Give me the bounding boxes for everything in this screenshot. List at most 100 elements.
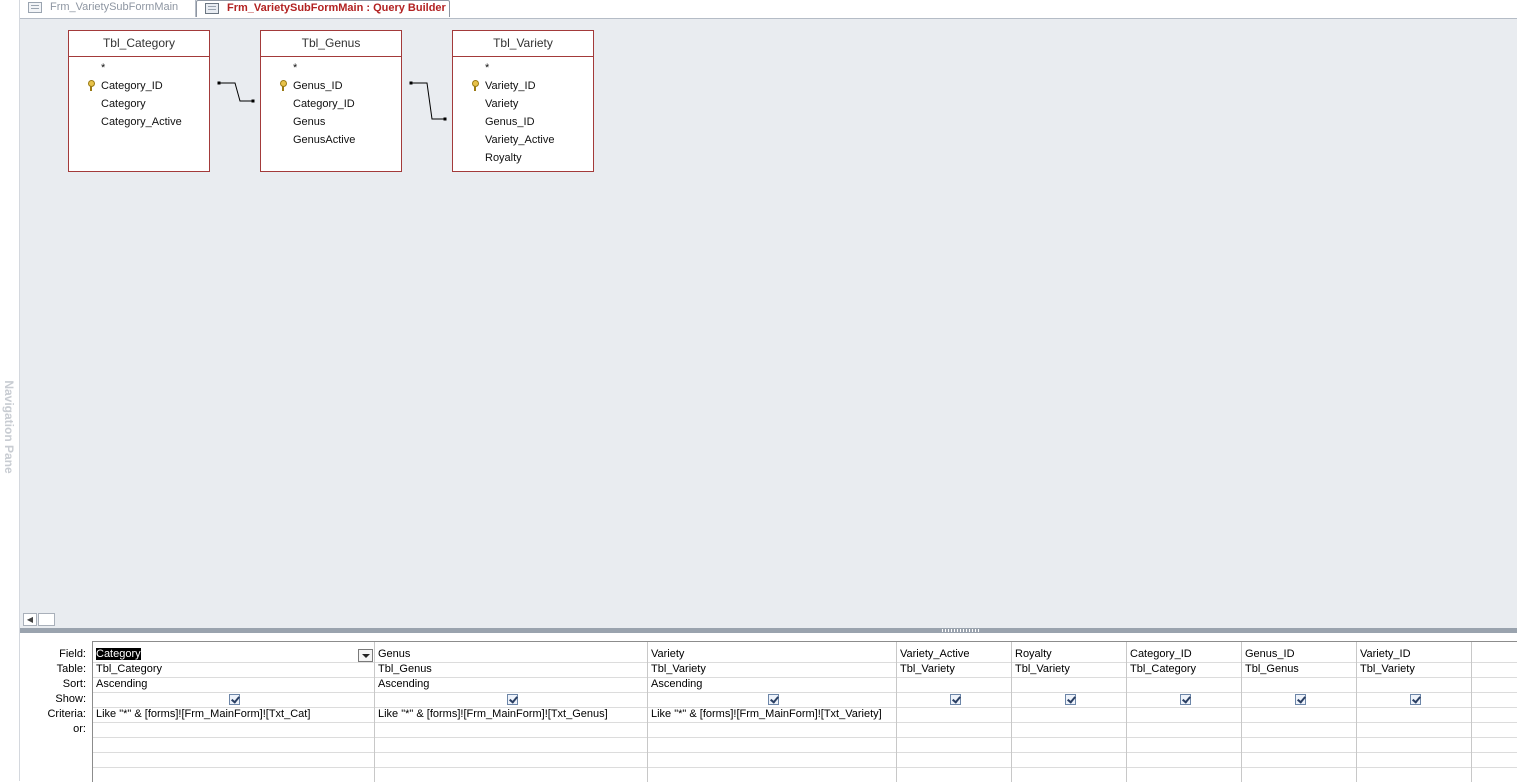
grid-cell-field[interactable]: Category_ID xyxy=(1127,647,1240,662)
grid-cell-field[interactable]: Variety xyxy=(648,647,895,662)
grid-cell-table[interactable]: Tbl_Variety xyxy=(1012,662,1125,677)
field-item[interactable]: Variety_ID xyxy=(453,77,593,95)
row-label-show: Show: xyxy=(55,693,86,705)
field-item[interactable]: Variety xyxy=(453,95,593,113)
grid-cell-sort[interactable] xyxy=(1012,677,1125,692)
scroll-left-icon[interactable]: ◀ xyxy=(23,613,37,626)
grid-cell-sort[interactable] xyxy=(1127,677,1240,692)
field-item[interactable]: Genus_ID xyxy=(453,113,593,131)
cell-text: Like "*" & [forms]![Frm_MainForm]![Txt_G… xyxy=(378,708,608,720)
cell-text: Like "*" & [forms]![Frm_MainForm]![Txt_V… xyxy=(651,708,882,720)
grid-cell-criteria[interactable] xyxy=(1242,707,1355,722)
cell-text: Like "*" & [forms]![Frm_MainForm]![Txt_C… xyxy=(96,708,311,720)
row-label-criteria: Criteria: xyxy=(47,708,86,720)
tab-label: Frm_VarietySubFormMain xyxy=(50,1,179,13)
tab-form[interactable]: Frm_VarietySubFormMain xyxy=(20,0,196,17)
table-box-genus[interactable]: Tbl_Genus * Genus_ID Category_ID Genus G… xyxy=(260,30,402,172)
field-all[interactable]: * xyxy=(261,59,401,77)
form-icon xyxy=(28,2,42,13)
grid-cell-sort[interactable] xyxy=(1357,677,1470,692)
show-checkbox[interactable] xyxy=(1065,694,1076,705)
grid-cell-field[interactable]: Variety_Active xyxy=(897,647,1010,662)
show-checkbox[interactable] xyxy=(950,694,961,705)
join-lines xyxy=(217,81,447,121)
field-item[interactable]: Category_Active xyxy=(69,113,209,131)
field-all[interactable]: * xyxy=(453,59,593,77)
field-item[interactable]: Category_ID xyxy=(69,77,209,95)
grid-cell-table[interactable]: Tbl_Genus xyxy=(1242,662,1355,677)
show-checkbox[interactable] xyxy=(507,694,518,705)
tab-label: Frm_VarietySubFormMain : Query Builder xyxy=(227,2,446,14)
grid-column[interactable] xyxy=(1472,642,1517,782)
primary-key-icon xyxy=(87,80,95,91)
cell-text: Variety xyxy=(651,648,685,660)
field-item[interactable]: Genus xyxy=(261,113,401,131)
cell-text: Tbl_Variety xyxy=(1360,663,1415,675)
grid-cell-table[interactable]: Tbl_Category xyxy=(93,662,373,677)
grid-cell-criteria[interactable]: Like "*" & [forms]![Frm_MainForm]![Txt_C… xyxy=(93,707,373,722)
document-tab-bar: Frm_VarietySubFormMain Frm_VarietySubFor… xyxy=(20,0,1517,19)
field-item[interactable]: Royalty xyxy=(453,149,593,167)
navigation-pane[interactable]: Navigation Pane xyxy=(0,0,20,781)
field-item[interactable]: Genus_ID xyxy=(261,77,401,95)
grid-cell-table[interactable]: Tbl_Variety xyxy=(648,662,895,677)
row-label-sort: Sort: xyxy=(62,678,86,690)
table-title[interactable]: Tbl_Genus xyxy=(261,31,401,57)
cell-text: Genus_ID xyxy=(1245,648,1295,660)
field-item[interactable]: Category xyxy=(69,95,209,113)
grid-cell-sort[interactable] xyxy=(1242,677,1355,692)
grid-cell-sort[interactable]: Ascending xyxy=(375,677,646,692)
cell-text: Tbl_Category xyxy=(1130,663,1197,675)
cell-text: Tbl_Genus xyxy=(1245,663,1299,675)
primary-key-icon xyxy=(279,80,287,91)
field-label: Variety_ID xyxy=(485,80,536,92)
field-dropdown-icon[interactable] xyxy=(358,649,373,662)
grid-cell-sort[interactable] xyxy=(897,677,1010,692)
grid-cell-criteria[interactable] xyxy=(1012,707,1125,722)
grid-cell-criteria[interactable] xyxy=(897,707,1010,722)
grid-cell-field[interactable]: Category xyxy=(93,647,373,662)
grid-cell-criteria[interactable]: Like "*" & [forms]![Frm_MainForm]![Txt_V… xyxy=(648,707,895,722)
grid-cell-criteria[interactable]: Like "*" & [forms]![Frm_MainForm]![Txt_G… xyxy=(375,707,646,722)
show-checkbox[interactable] xyxy=(1410,694,1421,705)
grid-cell-table[interactable]: Tbl_Variety xyxy=(897,662,1010,677)
grid-cell-criteria[interactable] xyxy=(1127,707,1240,722)
grid-cell-field[interactable]: Genus_ID xyxy=(1242,647,1355,662)
splitter-grip-icon[interactable] xyxy=(942,629,980,632)
show-checkbox[interactable] xyxy=(229,694,240,705)
grid-cell-criteria[interactable] xyxy=(1357,707,1470,722)
grid-cell-sort[interactable]: Ascending xyxy=(648,677,895,692)
field-label: Genus_ID xyxy=(293,80,343,92)
grid-cell-sort[interactable]: Ascending xyxy=(93,677,373,692)
table-title[interactable]: Tbl_Variety xyxy=(453,31,593,57)
table-title[interactable]: Tbl_Category xyxy=(69,31,209,57)
cell-text: Category_ID xyxy=(1130,648,1192,660)
grid-cell-field[interactable]: Royalty xyxy=(1012,647,1125,662)
row-label-or: or: xyxy=(73,723,86,735)
cell-text: Genus xyxy=(378,648,411,660)
query-design-surface[interactable]: Tbl_Category * Category_ID Category Cate… xyxy=(20,19,1517,610)
show-checkbox[interactable] xyxy=(1295,694,1306,705)
field-item[interactable]: GenusActive xyxy=(261,131,401,149)
field-item[interactable]: Variety_Active xyxy=(453,131,593,149)
query-design-grid[interactable]: Category Tbl_Category Ascending Like "*" & … xyxy=(92,641,1517,782)
grid-cell-table[interactable]: Tbl_Category xyxy=(1127,662,1240,677)
row-label-field: Field: xyxy=(59,648,86,660)
grid-cell-field[interactable]: Variety_ID xyxy=(1357,647,1470,662)
table-box-variety[interactable]: Tbl_Variety * Variety_ID Variety Genus_I… xyxy=(452,30,594,172)
field-all[interactable]: * xyxy=(69,59,209,77)
join-genus-variety xyxy=(409,81,447,121)
cell-text: Tbl_Variety xyxy=(651,663,706,675)
design-horizontal-scrollbar[interactable]: ◀ xyxy=(20,610,1517,628)
field-item[interactable]: Category_ID xyxy=(261,95,401,113)
show-checkbox[interactable] xyxy=(768,694,779,705)
scroll-thumb[interactable] xyxy=(38,613,55,626)
cell-text: Tbl_Variety xyxy=(900,663,955,675)
tab-query-builder[interactable]: Frm_VarietySubFormMain : Query Builder xyxy=(196,0,450,17)
grid-cell-table[interactable]: Tbl_Genus xyxy=(375,662,646,677)
show-checkbox[interactable] xyxy=(1180,694,1191,705)
join-category-genus xyxy=(217,81,255,103)
table-box-category[interactable]: Tbl_Category * Category_ID Category Cate… xyxy=(68,30,210,172)
grid-cell-table[interactable]: Tbl_Variety xyxy=(1357,662,1470,677)
grid-cell-field[interactable]: Genus xyxy=(375,647,646,662)
